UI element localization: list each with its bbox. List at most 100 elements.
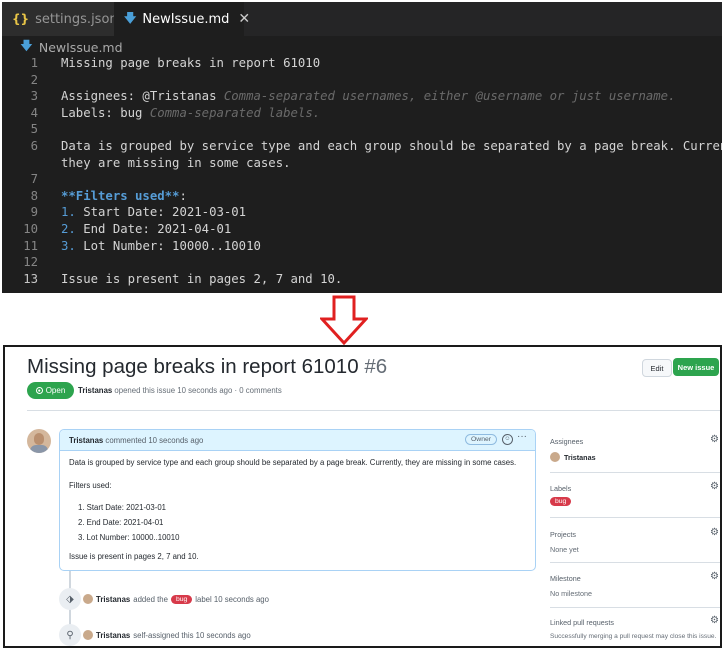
avatar[interactable] xyxy=(83,594,93,604)
code-line: 12 xyxy=(2,254,722,271)
assignees-text: Assignees: @Tristanas xyxy=(61,89,224,104)
line-number: 6 xyxy=(30,138,38,153)
line-number: 11 xyxy=(23,238,38,253)
line-text: Labels: bug Comma-separated labels. xyxy=(61,105,320,122)
event-author[interactable]: Tristanas xyxy=(96,631,130,640)
labels-hint: Comma-separated labels. xyxy=(149,105,321,120)
tab-settings-json[interactable]: {} settings.json xyxy=(2,2,118,36)
comment-footer-text: Issue is present in pages 2, 7 and 10. xyxy=(69,552,199,561)
status-badge: ● Open xyxy=(27,382,74,399)
comment-paragraph: Data is grouped by service type and each… xyxy=(69,458,517,467)
gear-icon[interactable]: ⚙ xyxy=(710,481,719,492)
divider xyxy=(550,607,720,608)
smiley-icon[interactable]: ☺ xyxy=(502,434,513,445)
milestone-title: Milestone xyxy=(550,574,581,583)
opened-text: opened this issue 10 seconds ago · 0 com… xyxy=(114,386,282,395)
line-number: 5 xyxy=(30,122,38,137)
gear-icon[interactable]: ⚙ xyxy=(710,615,719,626)
line-rest: Lot Number: 10000..10010 xyxy=(75,238,261,253)
gear-icon[interactable]: ⚙ xyxy=(710,571,719,582)
code-line: 5 xyxy=(2,121,722,138)
timeline-event: Tristanas self-assigned this 10 seconds … xyxy=(83,630,251,640)
line-number: 1 xyxy=(30,56,38,70)
list-number: 1. xyxy=(61,205,76,220)
avatar[interactable] xyxy=(83,630,93,640)
projects-value: None yet xyxy=(550,545,579,554)
projects-title: Projects xyxy=(550,530,576,539)
filter-item: 3. Lot Number: 10000..10010 xyxy=(78,533,180,542)
divider xyxy=(550,562,720,563)
comment-author-line: Tristanas commented 10 seconds ago xyxy=(69,436,203,445)
code-editor: {} settings.json 🡇 NewIssue.md ✕ 🡇 NewIs… xyxy=(2,2,722,293)
filter-item: 1. Start Date: 2021-03-01 xyxy=(78,503,166,512)
labels-text: Labels: bug xyxy=(61,105,150,120)
gear-icon[interactable]: ⚙ xyxy=(710,527,719,538)
more-options-icon[interactable]: ··· xyxy=(517,431,527,442)
code-line: 8 **Filters used**: xyxy=(2,188,722,205)
label-value[interactable]: bug xyxy=(550,497,572,506)
assignees-hint: Comma-separated usernames, either @usern… xyxy=(223,89,676,104)
person-icon: ⚲ xyxy=(59,624,81,646)
line-number: 12 xyxy=(23,255,38,270)
line-text: Data is grouped by service type and each… xyxy=(61,138,722,153)
comment-time[interactable]: commented 10 seconds ago xyxy=(105,436,203,445)
label-badge[interactable]: bug xyxy=(550,497,572,506)
label-badge[interactable]: bug xyxy=(170,594,193,604)
issue-number: #6 xyxy=(364,355,388,378)
divider xyxy=(27,410,720,411)
event-text: label 10 seconds ago xyxy=(195,594,269,604)
line-number: 10 xyxy=(23,221,38,236)
line-text: Issue is present in pages 2, 7 and 10. xyxy=(61,271,343,286)
owner-badge: Owner xyxy=(465,434,498,445)
line-text: **Filters used**: xyxy=(61,188,187,205)
gear-icon[interactable]: ⚙ xyxy=(710,434,719,445)
avatar xyxy=(550,452,560,462)
code-line: 6 Data is grouped by service type and eac… xyxy=(2,138,722,155)
code-line: 4 Labels: bug Comma-separated labels. xyxy=(2,105,722,122)
line-number: 7 xyxy=(30,172,38,187)
event-author[interactable]: Tristanas xyxy=(96,595,130,604)
assignee-value[interactable]: Tristanas xyxy=(550,452,596,462)
comment-header: Tristanas commented 10 seconds ago Owner… xyxy=(60,430,535,451)
line-number: 3 xyxy=(30,89,38,104)
linked-prs-value: Successfully merging a pull request may … xyxy=(550,633,717,640)
code-line: 11 3. Lot Number: 10000..10010 xyxy=(2,238,722,255)
json-file-icon: {} xyxy=(12,12,30,26)
list-number: 2. xyxy=(61,221,76,236)
line-number: 13 xyxy=(23,271,38,286)
tab-label: NewIssue.md xyxy=(142,11,230,27)
assignees-title: Assignees xyxy=(550,437,584,446)
md-file-icon: 🡇 xyxy=(124,10,137,25)
comment-author[interactable]: Tristanas xyxy=(69,436,103,445)
issue-title: Missing page breaks in report 61010 xyxy=(27,355,359,378)
code-area[interactable]: 1 Missing page breaks in report 61010 2 3… xyxy=(2,55,722,287)
close-icon[interactable]: ✕ xyxy=(238,11,250,27)
code-line: 3 Assignees: @Tristanas Comma-separated u… xyxy=(2,88,722,105)
line-rest: End Date: 2021-04-01 xyxy=(75,221,232,236)
line-rest: Start Date: 2021-03-01 xyxy=(75,205,247,220)
line-number: 2 xyxy=(30,72,38,87)
author-link[interactable]: Tristanas xyxy=(78,386,112,395)
avatar[interactable] xyxy=(27,429,51,453)
filters-heading: Filters used: xyxy=(69,481,112,490)
editor-tab-bar: {} settings.json 🡇 NewIssue.md ✕ xyxy=(2,2,722,36)
list-number: 3. xyxy=(61,238,76,253)
linked-prs-title: Linked pull requests xyxy=(550,618,614,627)
tab-label: settings.json xyxy=(35,11,118,27)
event-text: self-assigned this 10 seconds ago xyxy=(133,630,251,640)
code-line: 2 xyxy=(2,72,722,89)
tab-newissue-md[interactable]: 🡇 NewIssue.md ✕ xyxy=(114,2,250,36)
issue-open-icon: ● xyxy=(35,387,43,394)
filter-item: 2. End Date: 2021-04-01 xyxy=(78,518,164,527)
code-line: 13 Issue is present in pages 2, 7 and 10. xyxy=(2,271,722,288)
issue-meta: Tristanas opened this issue 10 seconds a… xyxy=(78,386,282,395)
line-text: 2. End Date: 2021-04-01 xyxy=(61,221,231,238)
line-text: Missing page breaks in report 61010 xyxy=(61,56,321,70)
breadcrumb-file[interactable]: NewIssue.md xyxy=(39,40,123,55)
github-issue-page: Missing page breaks in report 61010 #6 E… xyxy=(3,345,722,648)
new-issue-button[interactable]: New issue xyxy=(673,358,719,376)
divider xyxy=(550,517,720,518)
line-text: 3. Lot Number: 10000..10010 xyxy=(61,238,261,255)
milestone-value: No milestone xyxy=(550,589,592,598)
edit-button[interactable]: Edit xyxy=(642,359,672,377)
